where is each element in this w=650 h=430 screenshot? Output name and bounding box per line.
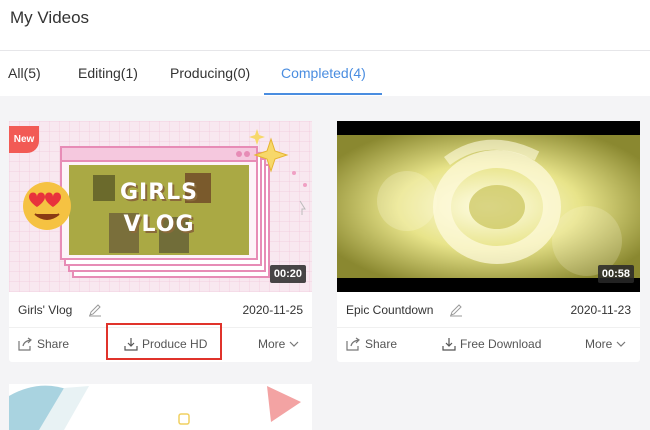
video-date: 2020-11-25 bbox=[242, 303, 304, 317]
download-icon bbox=[442, 337, 456, 351]
new-badge: New bbox=[9, 126, 39, 153]
active-tab-indicator bbox=[264, 93, 382, 95]
edit-icon[interactable] bbox=[449, 303, 463, 317]
video-card[interactable]: 00:58 Epic Countdown 2020-11-23 Share Fr… bbox=[337, 121, 640, 362]
tab-bar: All(5) Editing(1) Producing(0) Completed… bbox=[0, 51, 650, 96]
tab-editing[interactable]: Editing(1) bbox=[78, 65, 138, 81]
video-thumbnail[interactable]: 00:58 bbox=[337, 121, 640, 292]
share-button[interactable]: Share bbox=[18, 337, 69, 351]
share-icon bbox=[346, 337, 361, 351]
video-card[interactable] bbox=[9, 384, 312, 430]
tab-producing[interactable]: Producing(0) bbox=[170, 65, 250, 81]
epic-countdown-thumbnail-art bbox=[337, 121, 640, 292]
thumbnail-title: GIRLS VLOG bbox=[119, 180, 199, 237]
page-title: My Videos bbox=[10, 8, 90, 27]
tab-completed[interactable]: Completed(4) bbox=[281, 65, 366, 81]
video-date: 2020-11-23 bbox=[570, 303, 632, 317]
more-dropdown[interactable]: More bbox=[258, 337, 299, 351]
video-info-row: Epic Countdown 2020-11-23 bbox=[337, 292, 640, 327]
edit-icon[interactable] bbox=[88, 303, 102, 317]
duration-badge: 00:20 bbox=[269, 265, 306, 283]
share-icon bbox=[18, 337, 33, 351]
video-name: Girls' Vlog bbox=[18, 303, 73, 317]
tab-all[interactable]: All(5) bbox=[8, 65, 41, 81]
video-thumbnail[interactable]: GIRLS VLOG New 00:20 bbox=[9, 121, 312, 292]
highlight-annotation bbox=[106, 323, 222, 360]
page-header: My Videos bbox=[0, 0, 650, 51]
duration-badge: 00:58 bbox=[597, 265, 634, 283]
chevron-down-icon bbox=[616, 340, 626, 348]
free-download-button[interactable]: Free Download bbox=[442, 337, 541, 351]
more-dropdown[interactable]: More bbox=[585, 337, 626, 351]
chevron-down-icon bbox=[289, 340, 299, 348]
video-info-row: Girls' Vlog 2020-11-25 bbox=[9, 292, 312, 327]
thumbnail-art-partial bbox=[9, 384, 312, 430]
video-actions: Share Free Download More bbox=[337, 327, 640, 363]
share-button[interactable]: Share bbox=[346, 337, 397, 351]
video-name: Epic Countdown bbox=[346, 303, 434, 317]
